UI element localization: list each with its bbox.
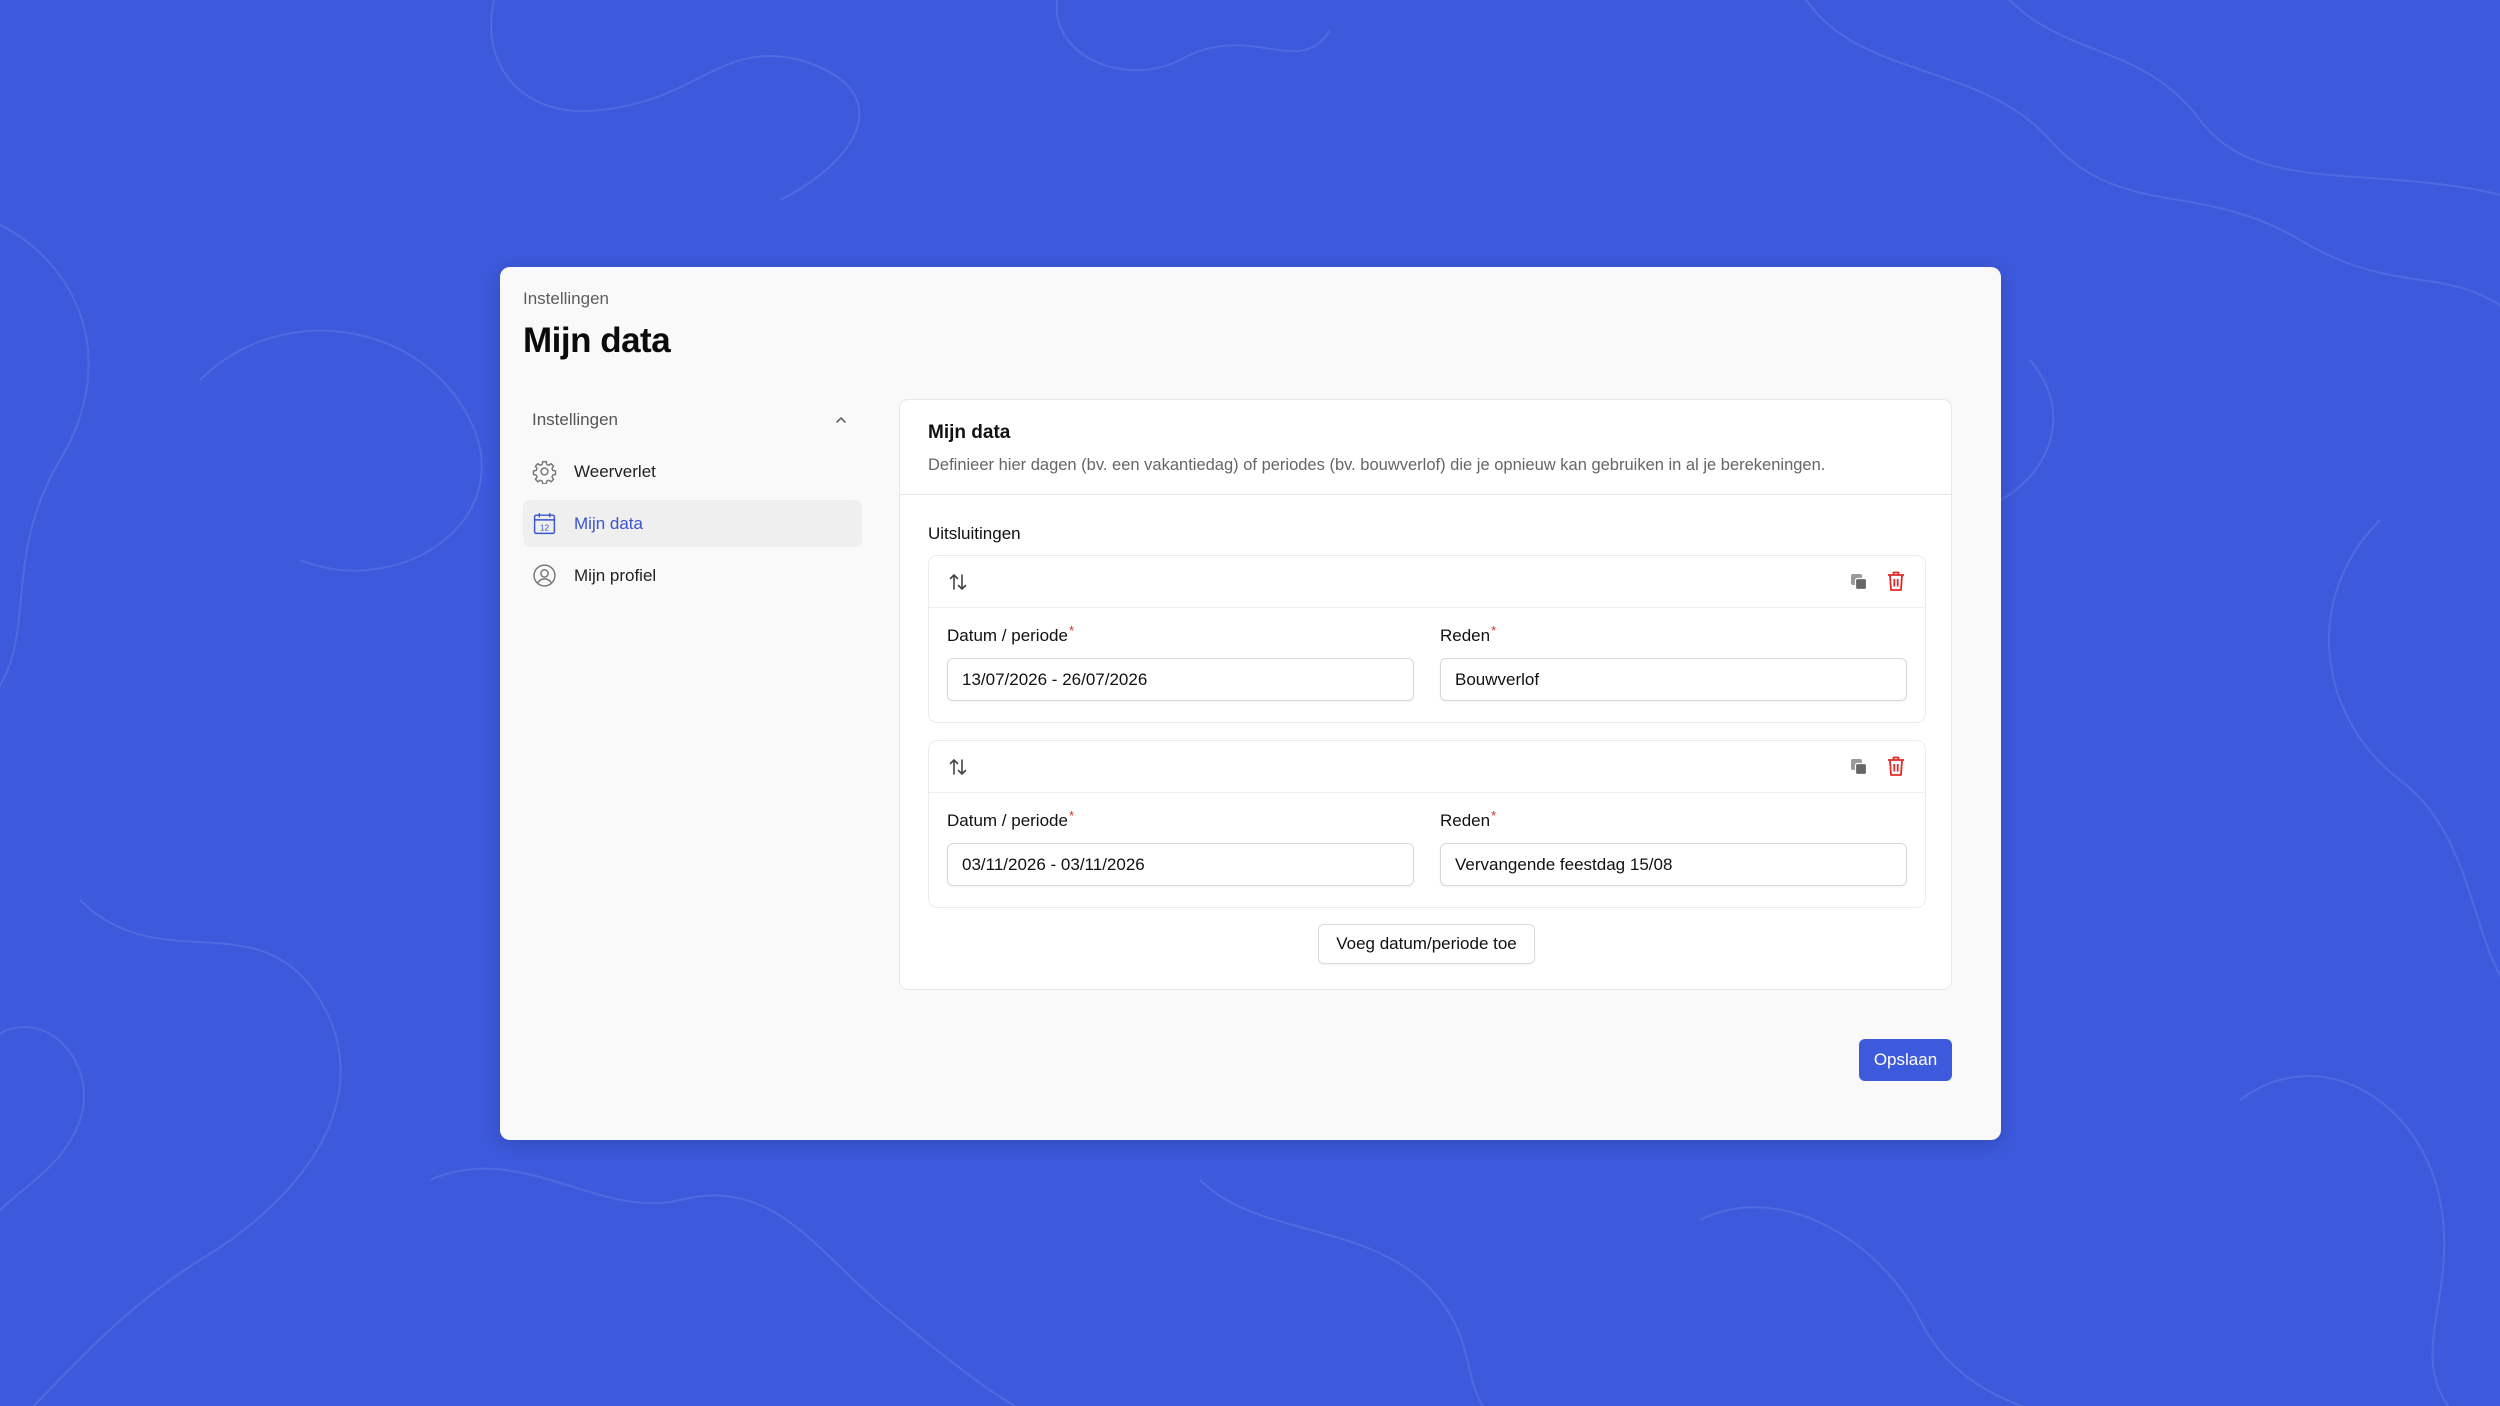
gear-icon [532, 459, 557, 484]
delete-icon[interactable] [1886, 755, 1906, 777]
required-marker: * [1068, 808, 1075, 823]
entry-toolbar [929, 741, 1925, 793]
required-marker: * [1491, 808, 1497, 823]
card-description: Definieer hier dagen (bv. een vakantieda… [928, 456, 1826, 474]
entry-toolbar [929, 556, 1925, 608]
date-field-label: Datum / periode* [947, 808, 1075, 830]
exclusion-entry: Datum / periode* Reden* [928, 555, 1926, 723]
date-range-input[interactable] [947, 658, 1414, 701]
required-marker: * [1491, 623, 1497, 638]
sidebar-item-mijn-profiel[interactable]: Mijn profiel [523, 552, 862, 599]
card-title: Mijn data [928, 422, 1011, 443]
user-circle-icon [532, 563, 557, 588]
sidebar-item-mijn-data[interactable]: 12 Mijn data [523, 500, 862, 547]
mijn-data-card: Mijn data Definieer hier dagen (bv. een … [899, 399, 1952, 990]
calendar-icon: 12 [532, 511, 557, 536]
settings-window: Instellingen Mijn data Instellingen Weer… [500, 267, 2001, 1140]
exclusion-entry: Datum / periode* Reden* [928, 740, 1926, 908]
reason-field-label: Reden* [1440, 623, 1497, 645]
sidebar-item-label: Mijn profiel [574, 565, 657, 585]
svg-text:12: 12 [540, 522, 550, 532]
page-title: Mijn data [523, 321, 671, 360]
date-range-input[interactable] [947, 843, 1414, 886]
reason-field-label: Reden* [1440, 808, 1497, 830]
card-header: Mijn data Definieer hier dagen (bv. een … [900, 400, 1951, 495]
add-date-period-button[interactable]: Voeg datum/periode toe [1318, 924, 1535, 964]
chevron-up-icon[interactable] [834, 413, 848, 427]
breadcrumb[interactable]: Instellingen [523, 289, 609, 309]
reorder-arrows-icon[interactable] [947, 756, 969, 778]
sidebar-item-label: Mijn data [574, 513, 643, 533]
reason-input[interactable] [1440, 658, 1907, 701]
section-label: Uitsluitingen [928, 524, 1021, 543]
delete-icon[interactable] [1886, 570, 1906, 592]
copy-icon[interactable] [1849, 572, 1869, 592]
sidebar-item-weerverlet[interactable]: Weerverlet [523, 448, 862, 495]
save-button[interactable]: Opslaan [1859, 1039, 1952, 1081]
reason-input[interactable] [1440, 843, 1907, 886]
copy-icon[interactable] [1849, 757, 1869, 777]
sidebar-item-label: Weerverlet [574, 461, 656, 481]
reorder-arrows-icon[interactable] [947, 571, 969, 593]
sidebar-group-label: Instellingen [532, 410, 619, 429]
required-marker: * [1068, 623, 1075, 638]
sidebar: Instellingen Weerverlet 12 Mijn data Mij… [523, 397, 862, 599]
sidebar-group-settings[interactable]: Instellingen [523, 397, 862, 443]
date-field-label: Datum / periode* [947, 623, 1075, 645]
